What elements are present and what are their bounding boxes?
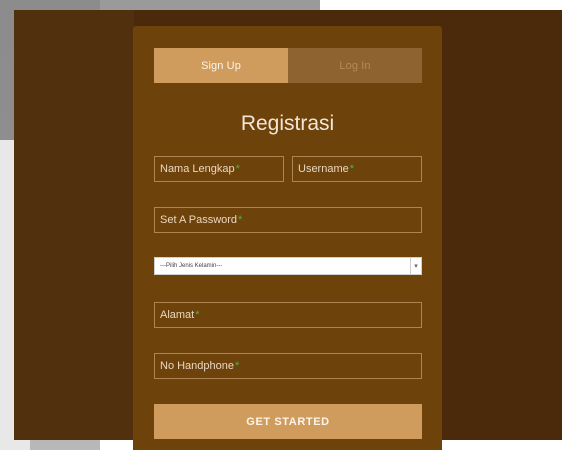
username-placeholder: Username	[298, 163, 349, 175]
required-mark: *	[238, 214, 243, 226]
get-started-label: GET STARTED	[246, 415, 330, 428]
tab-signup-label: Sign Up	[201, 59, 241, 72]
password-placeholder: Set A Password	[160, 214, 238, 226]
required-mark: *	[349, 163, 355, 175]
address-field[interactable]: Alamat *	[154, 302, 422, 328]
gender-select[interactable]: ---Pilih Jenis Kelamin--- ▾	[154, 257, 422, 275]
full-name-placeholder: Nama Lengkap	[160, 163, 235, 175]
password-field[interactable]: Set A Password *	[154, 207, 422, 233]
required-mark: *	[235, 163, 240, 175]
gender-select-value: ---Pilih Jenis Kelamin---	[160, 263, 223, 269]
tab-signup[interactable]: Sign Up	[154, 48, 288, 83]
chevron-down-icon: ▾	[410, 258, 421, 274]
address-placeholder: Alamat	[160, 309, 195, 321]
tab-login-label: Log In	[339, 59, 371, 72]
form-panel: Sign Up Log In Registrasi Nama Lengkap * …	[133, 26, 442, 450]
required-mark: *	[235, 360, 240, 372]
get-started-button[interactable]: GET STARTED	[154, 404, 422, 439]
phone-placeholder: No Handphone	[160, 360, 235, 372]
username-field[interactable]: Username *	[292, 156, 422, 182]
phone-field[interactable]: No Handphone *	[154, 353, 422, 379]
tab-group: Sign Up Log In	[154, 48, 422, 83]
form-title: Registrasi	[240, 112, 335, 135]
full-name-field[interactable]: Nama Lengkap *	[154, 156, 284, 182]
background-shade	[14, 10, 134, 440]
required-mark: *	[195, 309, 200, 321]
tab-login[interactable]: Log In	[288, 48, 422, 83]
